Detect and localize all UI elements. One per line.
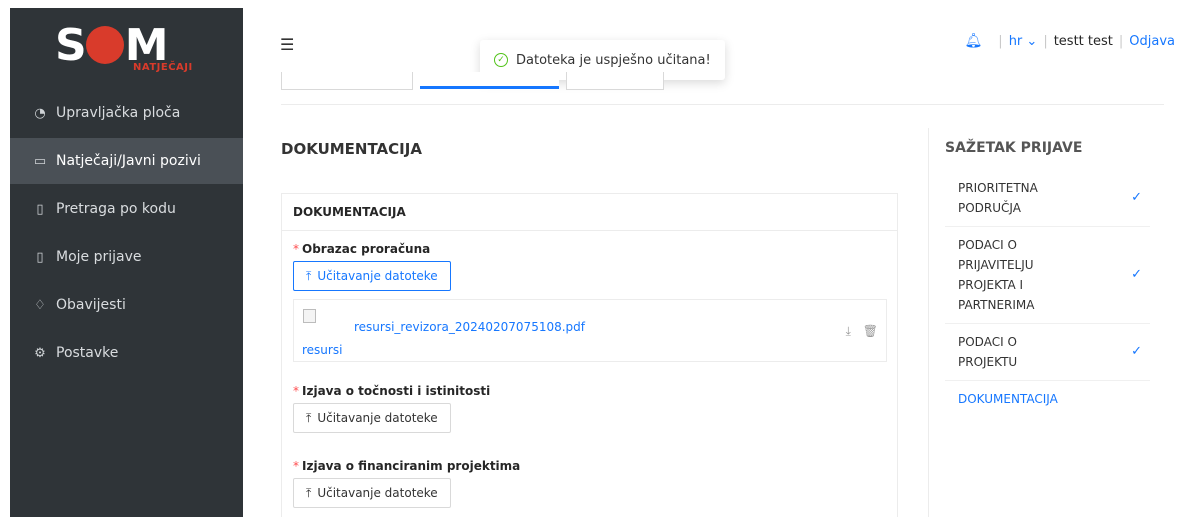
check-icon: ✓ xyxy=(1131,267,1142,282)
summary-title: SAŽETAK PRIJAVE xyxy=(945,140,1083,156)
field-budget-form: * Obrazac proračuna ⤒ Učitavanje datoteke xyxy=(293,242,451,291)
delete-icon[interactable]: 🗑︎ xyxy=(863,324,878,338)
divider: | xyxy=(998,33,1003,49)
logo-subtitle: NATJEČAJI xyxy=(133,62,193,73)
menu-toggle-icon[interactable]: ☰ xyxy=(280,35,294,54)
logo[interactable]: SM NATJEČAJI xyxy=(55,22,192,78)
file-check-icon: ▯ xyxy=(36,249,44,265)
summary-item-applicant-data[interactable]: PODACI O PRIJAVITELJU PROJEKTA I PARTNER… xyxy=(945,227,1150,324)
sidebar-item-label: Moje prijave xyxy=(56,249,142,265)
upload-icon: ⤒ xyxy=(306,268,312,283)
divider xyxy=(928,128,929,517)
card-title: DOKUMENTACIJA xyxy=(282,194,897,231)
gear-icon: ⚙ xyxy=(34,345,46,361)
field-label: * Izjava o točnosti i istinitosti xyxy=(293,384,491,398)
divider: | xyxy=(1043,33,1048,49)
sidebar-item-label: Obavijesti xyxy=(56,297,126,313)
file-link[interactable]: resursi_revizora_20240207075108.pdf xyxy=(354,320,585,334)
check-icon: ✓ xyxy=(1131,344,1142,359)
summary-list: PRIORITETNA PODRUČJA ✓ PODACI O PRIJAVIT… xyxy=(945,170,1150,417)
sidebar-item-settings[interactable]: ⚙ Postavke xyxy=(10,330,243,376)
folder-open-icon: ▭ xyxy=(33,153,47,169)
documentation-card: DOKUMENTACIJA * Obrazac proračuna ⤒ Učita… xyxy=(281,193,898,517)
file-actions: ⤓ 🗑︎ xyxy=(838,324,878,339)
file-alt-text: resursi xyxy=(302,343,343,357)
logout-link[interactable]: Odjava xyxy=(1129,34,1175,49)
check-circle-icon: ✓ xyxy=(494,53,508,67)
language-select[interactable]: hr ⌄ xyxy=(1009,34,1038,49)
divider: | xyxy=(1118,33,1124,49)
tab[interactable] xyxy=(281,72,413,90)
toast-message: Datoteka je uspješno učitana! xyxy=(516,52,711,68)
sidebar-item-my-applications[interactable]: ▯ Moje prijave xyxy=(10,234,243,280)
upload-icon: ⤒ xyxy=(306,410,312,425)
bell-icon[interactable]: 🔔︎ xyxy=(965,33,983,49)
check-icon: ✓ xyxy=(1131,190,1142,205)
required-marker: * xyxy=(293,384,299,398)
sidebar-item-label: Upravljačka ploča xyxy=(56,105,181,121)
sidebar-nav: ◔ Upravljačka ploča ▭ Natječaji/Javni po… xyxy=(10,90,243,378)
dashboard-icon: ◔ xyxy=(34,105,46,121)
uploaded-file-item: resursi_revizora_20240207075108.pdf resu… xyxy=(293,299,887,362)
field-accuracy-statement: * Izjava o točnosti i istinitosti ⤒ Učita… xyxy=(293,384,490,433)
upload-button[interactable]: ⤒ Učitavanje datoteke xyxy=(293,403,451,433)
divider xyxy=(281,104,1164,105)
file-icon: ▯ xyxy=(36,201,44,217)
upload-icon: ⤒ xyxy=(306,485,312,500)
sidebar-item-label: Natječaji/Javni pozivi xyxy=(56,153,201,169)
sidebar-item-label: Postavke xyxy=(56,345,119,361)
sidebar-item-dashboard[interactable]: ◔ Upravljačka ploča xyxy=(10,90,243,136)
active-tab-indicator xyxy=(420,86,559,89)
sidebar-item-calls[interactable]: ▭ Natječaji/Javni pozivi xyxy=(10,138,243,184)
page-title: DOKUMENTACIJA xyxy=(281,140,422,158)
user-name: testt test xyxy=(1053,33,1113,49)
header-actions: 🔔︎ | hr ⌄ | testt test | Odjava xyxy=(965,33,1175,49)
bell-icon: ♢ xyxy=(34,297,46,313)
summary-item-priority-areas[interactable]: PRIORITETNA PODRUČJA ✓ xyxy=(945,170,1150,227)
required-marker: * xyxy=(293,242,299,256)
sidebar-item-search-code[interactable]: ▯ Pretraga po kodu xyxy=(10,186,243,232)
broken-image-icon xyxy=(303,309,316,323)
download-icon[interactable]: ⤓ xyxy=(846,324,851,338)
sidebar-item-label: Pretraga po kodu xyxy=(56,201,176,217)
sidebar: SM NATJEČAJI ◔ Upravljačka ploča ▭ Natje… xyxy=(10,8,243,517)
upload-button[interactable]: ⤒ Učitavanje datoteke xyxy=(293,261,451,291)
field-financed-projects: * Izjava o financiranim projektima ⤒ Učit… xyxy=(293,459,520,508)
sidebar-item-notifications[interactable]: ♢ Obavijesti xyxy=(10,282,243,328)
summary-item-project-data[interactable]: PODACI O PROJEKTU ✓ xyxy=(945,324,1150,381)
upload-button[interactable]: ⤒ Učitavanje datoteke xyxy=(293,478,451,508)
field-label: * Izjava o financiranim projektima xyxy=(293,459,521,473)
summary-item-documentation[interactable]: DOKUMENTACIJA xyxy=(945,381,1150,417)
tab[interactable] xyxy=(566,72,664,90)
required-marker: * xyxy=(293,459,299,473)
field-label: * Obrazac proračuna xyxy=(293,242,431,256)
